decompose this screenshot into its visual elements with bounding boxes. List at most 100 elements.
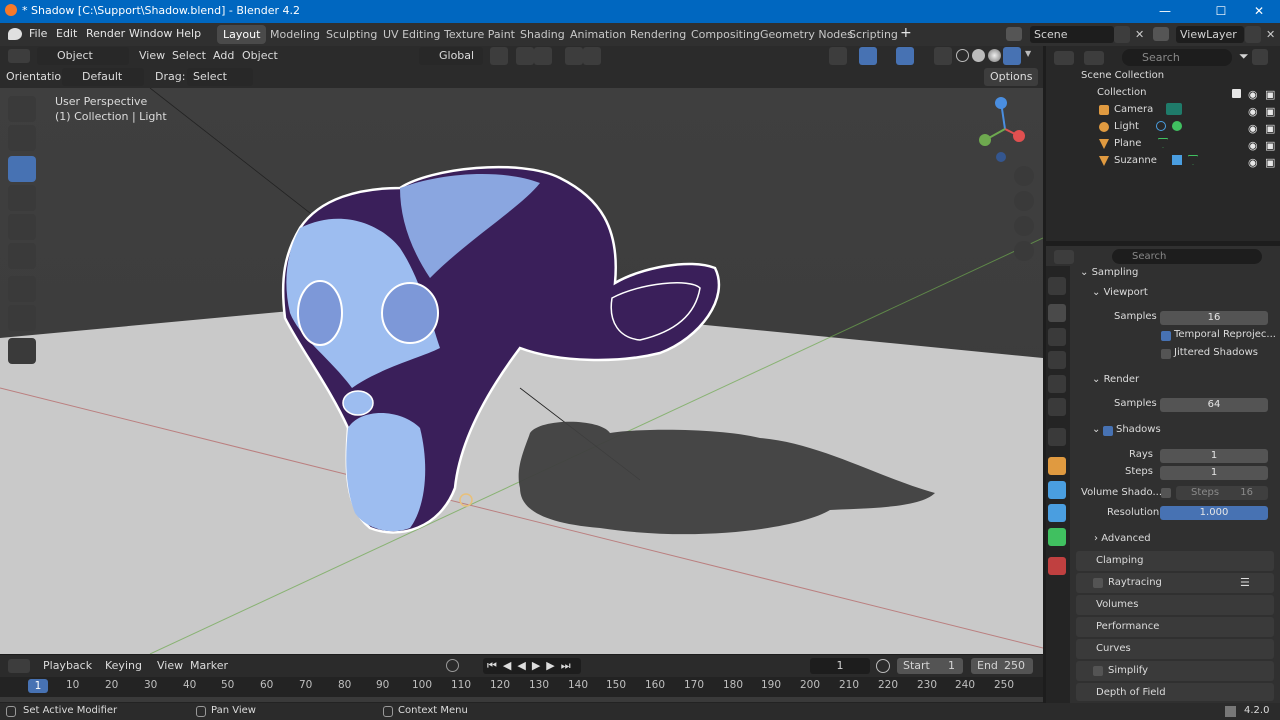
overlays-toggle-icon[interactable]: [896, 47, 914, 65]
menu-edit[interactable]: Edit: [56, 27, 77, 40]
solid-shading-icon[interactable]: [972, 49, 985, 62]
tab-modeling[interactable]: Modeling: [264, 25, 326, 44]
simplify-checkbox[interactable]: [1093, 666, 1103, 676]
steps-field[interactable]: 1: [1160, 466, 1268, 480]
simplify-panel[interactable]: Simplify: [1076, 661, 1274, 681]
material-shading-icon[interactable]: [988, 49, 1001, 62]
tab-animation[interactable]: Animation: [564, 25, 632, 44]
cursor-tool-icon[interactable]: [8, 125, 36, 151]
world-tab-icon[interactable]: [1048, 398, 1066, 416]
output-tab-icon[interactable]: [1048, 328, 1066, 346]
timeline-scrollbar[interactable]: [0, 697, 1043, 702]
resolution-field[interactable]: 1.000: [1160, 506, 1268, 520]
suzanne-mesh-icon[interactable]: [1188, 155, 1198, 165]
texture-tab-icon[interactable]: [1048, 557, 1066, 575]
ortho-toggle-icon[interactable]: [1014, 241, 1034, 261]
light-constraint-icon[interactable]: [1156, 121, 1166, 131]
plane-mesh-icon[interactable]: [1158, 138, 1168, 148]
timeline-menu-playback[interactable]: Playback: [43, 659, 92, 672]
playhead-marker[interactable]: 1: [28, 679, 48, 693]
plane-eye-icon[interactable]: ◉: [1248, 139, 1258, 152]
start-frame-field[interactable]: Start 1: [897, 658, 963, 674]
depth-of-field-panel[interactable]: Depth of Field: [1076, 683, 1274, 701]
gizmo-toggle-icon[interactable]: [859, 47, 877, 65]
view-layer-icon[interactable]: [1153, 27, 1169, 41]
rays-field[interactable]: 1: [1160, 449, 1268, 463]
viewport-samples-field[interactable]: 16: [1160, 311, 1268, 325]
properties-search-input[interactable]: Search: [1112, 249, 1262, 264]
menu-file[interactable]: File: [29, 27, 47, 40]
close-button[interactable]: ✕: [1236, 0, 1280, 23]
raytracing-checkbox[interactable]: [1093, 578, 1103, 588]
plane-render-icon[interactable]: ▣: [1265, 139, 1275, 152]
collection-exclude-checkbox[interactable]: [1232, 89, 1241, 98]
scale-tool-icon[interactable]: [8, 214, 36, 240]
jittered-shadows-checkbox[interactable]: [1161, 349, 1171, 359]
light-render-icon[interactable]: ▣: [1265, 122, 1275, 135]
volume-shadows-checkbox[interactable]: [1161, 488, 1171, 498]
rotate-tool-icon[interactable]: [8, 185, 36, 211]
options-dropdown[interactable]: Options: [984, 68, 1038, 86]
volumes-panel[interactable]: Volumes: [1076, 595, 1274, 615]
scene-remove-icon[interactable]: ✕: [1135, 28, 1144, 41]
editor-type-icon[interactable]: [8, 49, 30, 63]
menu-render[interactable]: Render: [86, 27, 125, 40]
volume-steps-field[interactable]: Steps 16: [1176, 486, 1268, 500]
collection-label[interactable]: Collection: [1097, 87, 1146, 98]
tab-layout[interactable]: Layout: [217, 25, 267, 44]
xray-icon[interactable]: [934, 47, 952, 65]
navigation-gizmo[interactable]: [975, 94, 1035, 164]
zoom-icon[interactable]: [1014, 166, 1034, 186]
suzanne-modifier-icon[interactable]: [1172, 155, 1182, 165]
drag-dropdown[interactable]: Select Box: [187, 68, 253, 101]
timeline-menu-view[interactable]: View: [157, 659, 183, 672]
view-layer-copy-icon[interactable]: [1245, 26, 1261, 43]
timeline-menu-keying[interactable]: Keying: [105, 659, 142, 672]
add-workspace-icon[interactable]: +: [900, 25, 912, 41]
collection-tab-icon[interactable]: [1048, 428, 1066, 446]
tab-uv-editing[interactable]: UV Editing: [377, 25, 446, 44]
visibility-icon[interactable]: [829, 47, 847, 65]
scene-selector[interactable]: Scene: [1030, 26, 1114, 43]
data-tab-icon[interactable]: [1048, 528, 1066, 546]
sampling-panel-header[interactable]: ⌄ Sampling: [1080, 267, 1138, 278]
auto-keying-icon[interactable]: [446, 659, 459, 672]
end-frame-field[interactable]: End 250: [971, 658, 1033, 674]
render-samples-field[interactable]: 64: [1160, 398, 1268, 412]
viewport-menu-select[interactable]: Select: [172, 49, 206, 62]
outliner-type-icon[interactable]: [1054, 51, 1074, 65]
tab-sculpting[interactable]: Sculpting: [320, 25, 383, 44]
constraints-tab-icon[interactable]: [1048, 504, 1066, 522]
minimize-button[interactable]: —: [1142, 0, 1188, 23]
scene-icon[interactable]: [1006, 27, 1022, 41]
outliner-item-light[interactable]: Light: [1114, 121, 1139, 132]
physics-tab-icon[interactable]: [1048, 481, 1066, 499]
display-mode-icon[interactable]: [1084, 51, 1104, 65]
add-cube-tool-icon[interactable]: [8, 338, 36, 364]
clamping-panel[interactable]: Clamping: [1076, 551, 1274, 571]
render-subpanel-header[interactable]: ⌄ Render: [1092, 374, 1139, 385]
filter-icon[interactable]: ⏷: [1239, 49, 1249, 64]
move-tool-icon[interactable]: [8, 156, 36, 182]
light-eye-icon[interactable]: ◉: [1248, 122, 1258, 135]
mode-dropdown[interactable]: Object Mode: [37, 47, 129, 80]
light-data-icon[interactable]: [1172, 121, 1182, 131]
playback-controls[interactable]: ⏮◀◀▶▶⏭: [483, 658, 581, 674]
camera-eye-icon[interactable]: ◉: [1248, 105, 1258, 118]
timeline-menu-marker[interactable]: Marker: [190, 659, 228, 672]
falloff-icon[interactable]: [583, 47, 601, 65]
current-frame-field[interactable]: 1: [810, 658, 870, 674]
scene-tab-icon[interactable]: [1048, 375, 1066, 393]
pivot-point-icon[interactable]: [490, 47, 508, 65]
viewport-menu-add[interactable]: Add: [213, 49, 234, 62]
snap-target-icon[interactable]: [534, 47, 552, 65]
view-layer-remove-icon[interactable]: ✕: [1266, 28, 1275, 41]
timeline-editor-type-icon[interactable]: [8, 659, 30, 673]
render-tab-icon[interactable]: [1048, 304, 1066, 322]
proportional-edit-icon[interactable]: [565, 47, 583, 65]
scene-collection-label[interactable]: Scene Collection: [1081, 70, 1164, 81]
outliner-item-camera[interactable]: Camera: [1114, 104, 1153, 115]
view-layer-selector[interactable]: ViewLayer: [1176, 26, 1244, 43]
raytracing-presets-icon[interactable]: ☰: [1240, 576, 1250, 589]
camera-view-icon[interactable]: [1014, 216, 1034, 236]
